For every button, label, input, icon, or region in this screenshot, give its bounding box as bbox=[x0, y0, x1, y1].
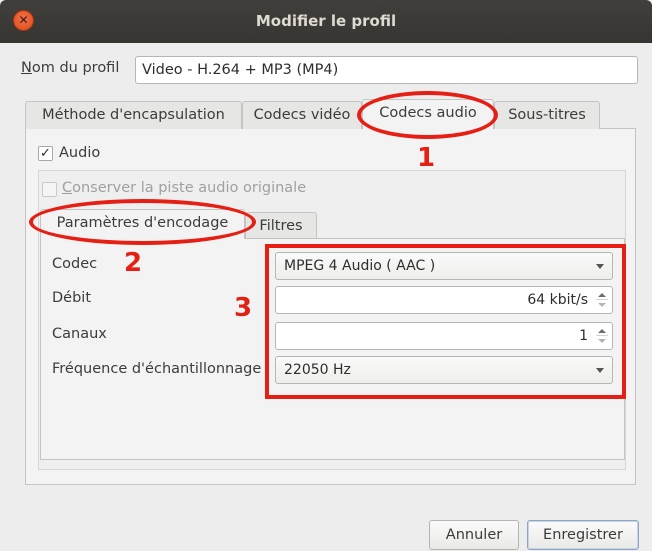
keep-original-audio-checkbox[interactable] bbox=[42, 182, 57, 197]
tab-video-codecs[interactable]: Codecs vidéo bbox=[242, 101, 362, 129]
tab-subtitles[interactable]: Sous-titres bbox=[494, 101, 600, 129]
profile-dialog: ✕ Modifier le profil Nom du profil Video… bbox=[0, 0, 652, 551]
channels-label: Canaux bbox=[52, 326, 107, 342]
profile-name-label-text: om du profil bbox=[31, 60, 120, 76]
codec-label: Codec bbox=[52, 256, 98, 272]
keep-original-audio-label[interactable]: Conserver la piste audio originale bbox=[62, 180, 306, 196]
keep-original-audio-label-text: onserver la piste audio originale bbox=[72, 180, 307, 196]
audio-checkbox-label[interactable]: Audio bbox=[59, 145, 100, 161]
annotation-number-3: 3 bbox=[234, 293, 253, 323]
cancel-button[interactable]: Annuler bbox=[429, 520, 519, 550]
subtab-filters[interactable]: Filtres bbox=[245, 212, 317, 238]
annotation-ellipse-audio-tab bbox=[357, 91, 498, 139]
profile-name-input[interactable]: Video - H.264 + MP3 (MP4) bbox=[135, 56, 638, 84]
annotation-number-1: 1 bbox=[417, 143, 436, 173]
annotation-rect-fields bbox=[265, 244, 626, 399]
sample-rate-label: Fréquence d'échantillonnage bbox=[52, 361, 262, 377]
window-title: Modifier le profil bbox=[255, 12, 397, 30]
save-button[interactable]: Enregistrer bbox=[527, 520, 639, 550]
annotation-number-2: 2 bbox=[124, 248, 143, 278]
title-bar: ✕ Modifier le profil bbox=[0, 0, 652, 43]
keep-original-audio-label-accelerator: C bbox=[62, 180, 73, 196]
profile-name-label: Nom du profil bbox=[21, 60, 119, 76]
annotation-ellipse-encoding-tab bbox=[29, 199, 256, 245]
audio-checkbox[interactable]: ✓ bbox=[38, 146, 53, 161]
tab-encapsulation[interactable]: Méthode d'encapsulation bbox=[25, 101, 242, 129]
bitrate-label: Débit bbox=[52, 290, 92, 306]
profile-name-label-accelerator: N bbox=[21, 60, 32, 76]
